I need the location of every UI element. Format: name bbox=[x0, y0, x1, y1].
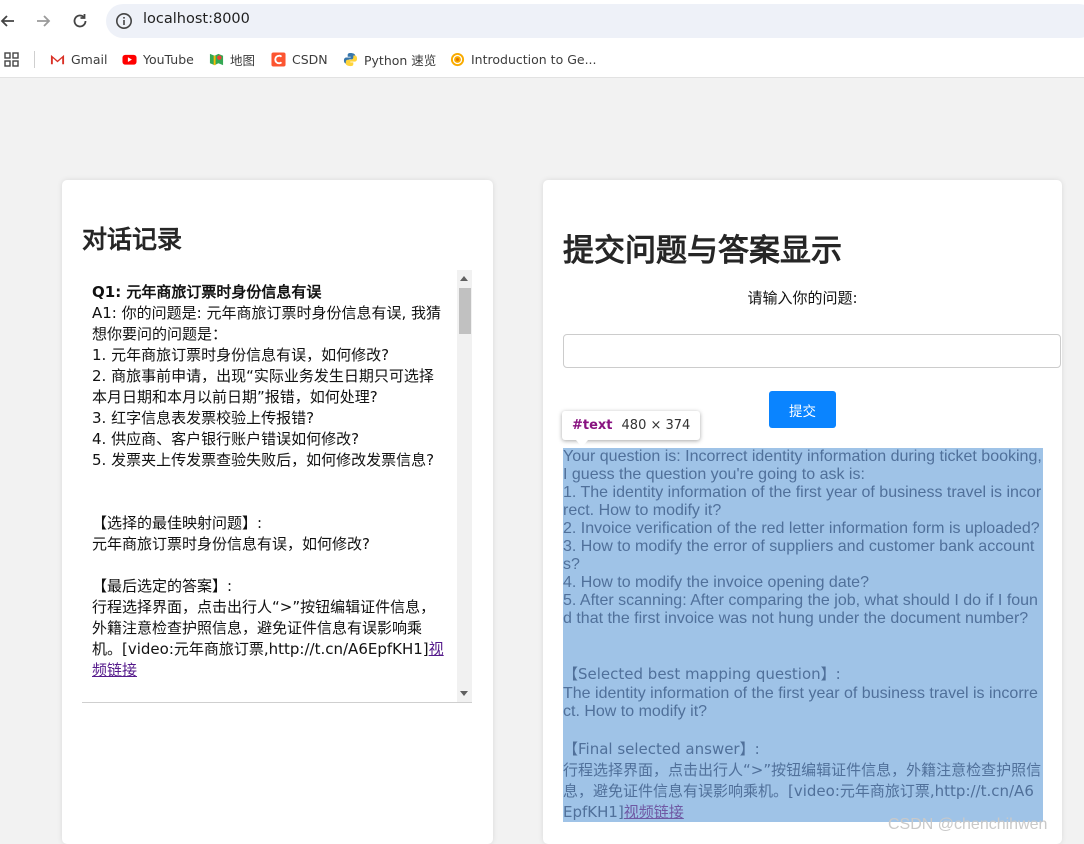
history-final-heading: 【最后选定的答案】: bbox=[92, 577, 233, 595]
apps-grid-icon bbox=[4, 51, 19, 67]
conversation-history-content: Q1: 元年商旅订票时身份信息有误 A1: 你的问题是: 元年商旅订票时身份信息… bbox=[92, 282, 448, 681]
history-question: Q1: 元年商旅订票时身份信息有误 bbox=[92, 283, 322, 301]
maps-icon bbox=[209, 53, 224, 66]
answer-best-heading: 【Selected best mapping question】: bbox=[563, 665, 841, 683]
submit-button[interactable]: 提交 bbox=[769, 391, 836, 428]
bookmark-label: YouTube bbox=[143, 52, 194, 67]
answer-video-link[interactable]: 视频链接 bbox=[624, 803, 684, 821]
site-info-icon[interactable] bbox=[115, 12, 133, 30]
scroll-down-icon[interactable] bbox=[460, 691, 468, 696]
reload-button[interactable] bbox=[68, 9, 92, 33]
scroll-up-icon[interactable] bbox=[460, 276, 468, 281]
history-option: 2. 商旅事前申请，出现“实际业务发生日期只可选择本月日期和本月以前日期”报错，… bbox=[92, 367, 434, 406]
history-scrollbar[interactable] bbox=[457, 270, 472, 702]
bookmark-csdn[interactable]: CSDN bbox=[271, 42, 328, 77]
question-answer-title: 提交问题与答案显示 bbox=[563, 233, 842, 269]
answer-option: 3. How to modify the error of suppliers … bbox=[563, 538, 1035, 573]
bookmark-maps[interactable]: 地图 bbox=[209, 42, 255, 77]
devtools-inspect-tooltip: #text 480 × 374 bbox=[562, 411, 701, 440]
conversation-history-title: 对话记录 bbox=[82, 225, 183, 254]
csdn-icon bbox=[271, 52, 286, 67]
bookmark-separator bbox=[34, 51, 35, 68]
back-arrow-icon bbox=[0, 15, 14, 27]
bookmark-youtube[interactable]: YouTube bbox=[122, 42, 194, 77]
history-best-question: 元年商旅订票时身份信息有误，如何修改? bbox=[92, 535, 370, 553]
question-input[interactable] bbox=[563, 334, 1061, 368]
colab-icon bbox=[450, 52, 465, 67]
history-final-answer: 行程选择界面，点击出行人“>”按钮编辑证件信息，外籍注意检查护照信息，避免证件信… bbox=[92, 597, 448, 681]
youtube-icon bbox=[122, 54, 137, 65]
answer-option: 1. The identity information of the first… bbox=[563, 484, 1042, 519]
history-best-heading: 【选择的最佳映射问题】: bbox=[92, 514, 263, 532]
answer-best-question: The identity information of the first ye… bbox=[563, 685, 1038, 720]
history-option: 4. 供应商、客户银行账户错误如何修改? bbox=[92, 430, 360, 448]
question-prompt-label: 请输入你的问题: bbox=[747, 289, 858, 307]
history-final-answer-text: 行程选择界面，点击出行人“>”按钮编辑证件信息，外籍注意检查护照信息，避免证件信… bbox=[92, 598, 436, 658]
history-option: 1. 元年商旅订票时身份信息有误，如何修改? bbox=[92, 346, 390, 364]
tooltip-dimensions: 480 × 374 bbox=[621, 418, 691, 433]
conversation-history-box[interactable]: Q1: 元年商旅订票时身份信息有误 A1: 你的问题是: 元年商旅订票时身份信息… bbox=[82, 270, 472, 703]
answer-option: 4. How to modify the invoice opening dat… bbox=[563, 574, 869, 591]
answer-final-answer: 行程选择界面，点击出行人“>”按钮编辑证件信息，外籍注意检查护照信息，避免证件信… bbox=[563, 760, 1043, 822]
reload-icon bbox=[73, 14, 87, 28]
browser-toolbar: localhost:8000 bbox=[0, 0, 1084, 42]
bookmark-python[interactable]: Python 速览 bbox=[343, 42, 436, 77]
csdn-watermark: CSDN @chenchihwen bbox=[888, 816, 1048, 833]
apps-button[interactable] bbox=[4, 42, 20, 77]
answer-option: 2. Invoice verification of the red lette… bbox=[563, 520, 1040, 537]
bookmark-label: Python 速览 bbox=[364, 53, 437, 68]
history-answer-intro: A1: 你的问题是: 元年商旅订票时身份信息有误, 我猜想你要问的问题是： bbox=[92, 304, 441, 343]
tooltip-node-name: #text bbox=[572, 418, 613, 433]
scrollbar-thumb[interactable] bbox=[459, 288, 471, 334]
bookmarks-bar: Gmail YouTube 地图 CSDN Python 速览 Introduc… bbox=[0, 42, 1084, 78]
python-icon bbox=[343, 52, 358, 67]
answer-display: Your question is: Incorrect identity inf… bbox=[563, 448, 1043, 822]
answer-option: 5. After scanning: After comparing the j… bbox=[563, 592, 1038, 627]
bookmark-label: 地图 bbox=[230, 53, 256, 68]
answer-final-heading: 【Final selected answer】: bbox=[563, 740, 760, 758]
answer-intro: Your question is: Incorrect identity inf… bbox=[563, 448, 1042, 483]
bookmark-label: Gmail bbox=[71, 52, 108, 67]
answer-text: Your question is: Incorrect identity inf… bbox=[563, 448, 1043, 822]
bookmark-label: Introduction to Ge... bbox=[471, 52, 597, 67]
conversation-history-card: 对话记录 Q1: 元年商旅订票时身份信息有误 A1: 你的问题是: 元年商旅订票… bbox=[62, 180, 493, 844]
address-bar[interactable]: localhost:8000 bbox=[106, 4, 1084, 38]
tooltip-arrow bbox=[576, 440, 588, 447]
back-button[interactable] bbox=[0, 9, 20, 33]
forward-button[interactable] bbox=[31, 9, 55, 33]
history-option: 3. 红字信息表发票校验上传报错? bbox=[92, 409, 315, 427]
history-option: 5. 发票夹上传发票查验失败后，如何修改发票信息? bbox=[92, 451, 435, 469]
gmail-icon bbox=[50, 54, 65, 65]
forward-arrow-icon bbox=[37, 15, 51, 27]
address-url: localhost:8000 bbox=[143, 11, 250, 27]
bookmark-gmail[interactable]: Gmail bbox=[50, 42, 107, 77]
bookmark-label: CSDN bbox=[292, 52, 328, 67]
bookmark-colab[interactable]: Introduction to Ge... bbox=[450, 42, 597, 77]
